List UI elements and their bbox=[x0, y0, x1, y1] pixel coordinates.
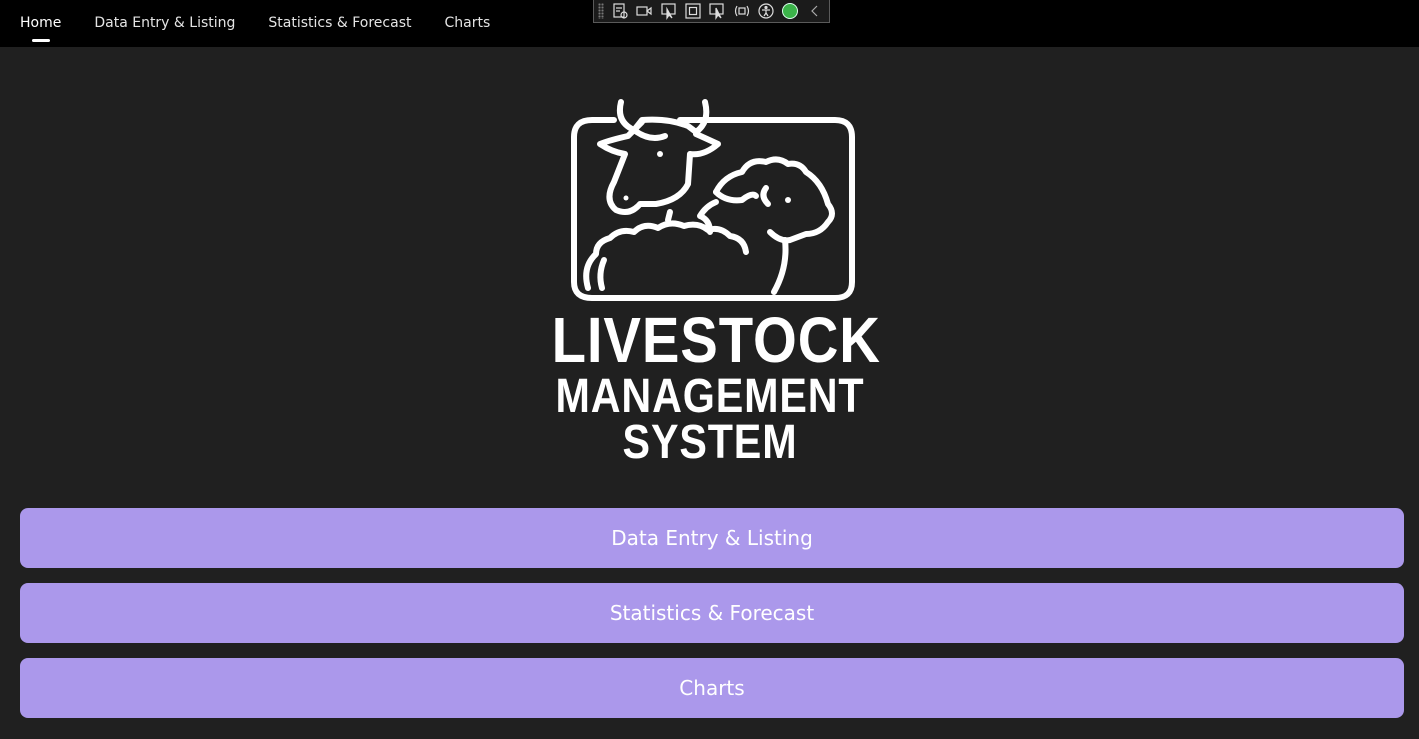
toolbar-grip-icon[interactable] bbox=[598, 3, 604, 19]
binding-failures-icon[interactable] bbox=[731, 1, 751, 21]
statistics-button-label: Statistics & Forecast bbox=[609, 601, 815, 625]
active-tab-indicator bbox=[31, 39, 50, 42]
data-entry-listing-button[interactable]: Data Entry & Listing bbox=[20, 508, 1404, 568]
tab-home-label: Home bbox=[20, 15, 62, 31]
statistics-forecast-button[interactable]: Statistics & Forecast bbox=[20, 583, 1404, 643]
logo-title-line-2: MANAGEMENT bbox=[555, 370, 865, 423]
display-layout-adorners-icon[interactable] bbox=[683, 1, 703, 21]
tab-statistics-label: Statistics & Forecast bbox=[268, 15, 412, 31]
live-visual-tree-icon[interactable] bbox=[610, 1, 630, 21]
nav-tabs: Home Data Entry & Listing Statistics & F… bbox=[20, 0, 523, 47]
tab-statistics-forecast[interactable]: Statistics & Forecast bbox=[268, 0, 411, 47]
accessibility-icon[interactable] bbox=[756, 1, 776, 21]
tab-charts[interactable]: Charts bbox=[444, 0, 490, 47]
tab-data-entry-listing[interactable]: Data Entry & Listing bbox=[94, 0, 235, 47]
logo-title-line-3: SYSTEM bbox=[622, 416, 798, 469]
tab-home[interactable]: Home bbox=[20, 0, 61, 47]
xaml-debug-toolbar bbox=[593, 0, 830, 23]
charts-button[interactable]: Charts bbox=[20, 658, 1404, 718]
collapse-toolbar-icon[interactable] bbox=[805, 1, 825, 21]
tab-data-entry-label: Data Entry & Listing bbox=[94, 15, 236, 31]
charts-button-label: Charts bbox=[679, 676, 745, 700]
select-element-icon[interactable] bbox=[658, 1, 678, 21]
tab-charts-label: Charts bbox=[444, 15, 491, 31]
cow-sheep-logo-icon bbox=[571, 99, 855, 301]
logo-title-line-1: LIVESTOCK bbox=[551, 304, 881, 376]
hot-reload-status-icon[interactable] bbox=[780, 1, 800, 21]
top-nav-bar: Home Data Entry & Listing Statistics & F… bbox=[0, 0, 1419, 47]
track-focus-icon[interactable] bbox=[707, 1, 727, 21]
app-logo: LIVESTOCK MANAGEMENT SYSTEM bbox=[530, 92, 890, 468]
data-entry-button-label: Data Entry & Listing bbox=[611, 526, 813, 550]
record-icon[interactable] bbox=[634, 1, 654, 21]
